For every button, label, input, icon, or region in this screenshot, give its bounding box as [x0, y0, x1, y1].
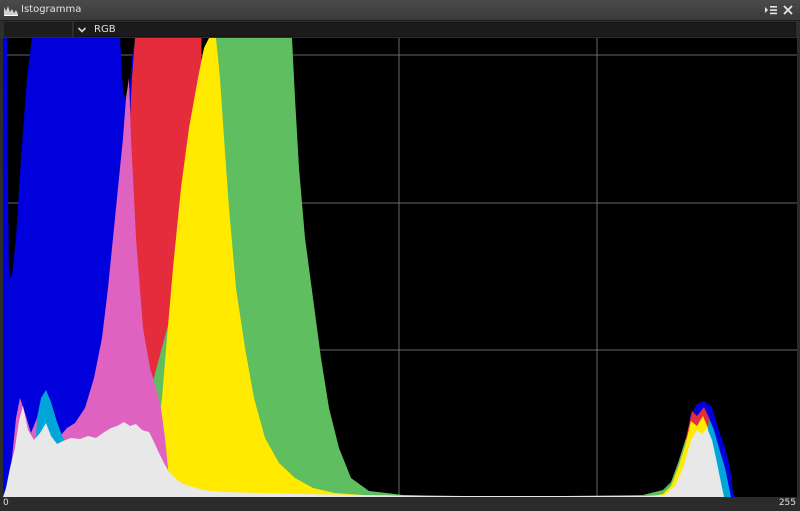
channel-mode-select[interactable]: RGB — [74, 22, 796, 37]
axis-max-label: 255 — [778, 498, 796, 508]
histogram-icon — [4, 6, 18, 16]
histogram-plot[interactable] — [3, 38, 797, 497]
panel-titlebar: Istogramma — [0, 0, 800, 21]
histogram-axis-labels: 0 255 — [0, 497, 800, 511]
histogram-canvas — [3, 38, 797, 497]
axis-min-label: 0 — [3, 498, 9, 508]
channel-mode-value: RGB — [94, 24, 116, 35]
chevron-down-icon[interactable] — [75, 23, 89, 36]
close-icon[interactable] — [781, 3, 795, 17]
panel-menu-icon[interactable] — [764, 3, 778, 17]
histogram-scale-select[interactable] — [4, 22, 72, 37]
histogram-panel: Istogramma RGB 0 255 — [0, 0, 800, 511]
panel-title: Istogramma — [21, 4, 82, 15]
histogram-toolbar: RGB — [0, 21, 800, 38]
